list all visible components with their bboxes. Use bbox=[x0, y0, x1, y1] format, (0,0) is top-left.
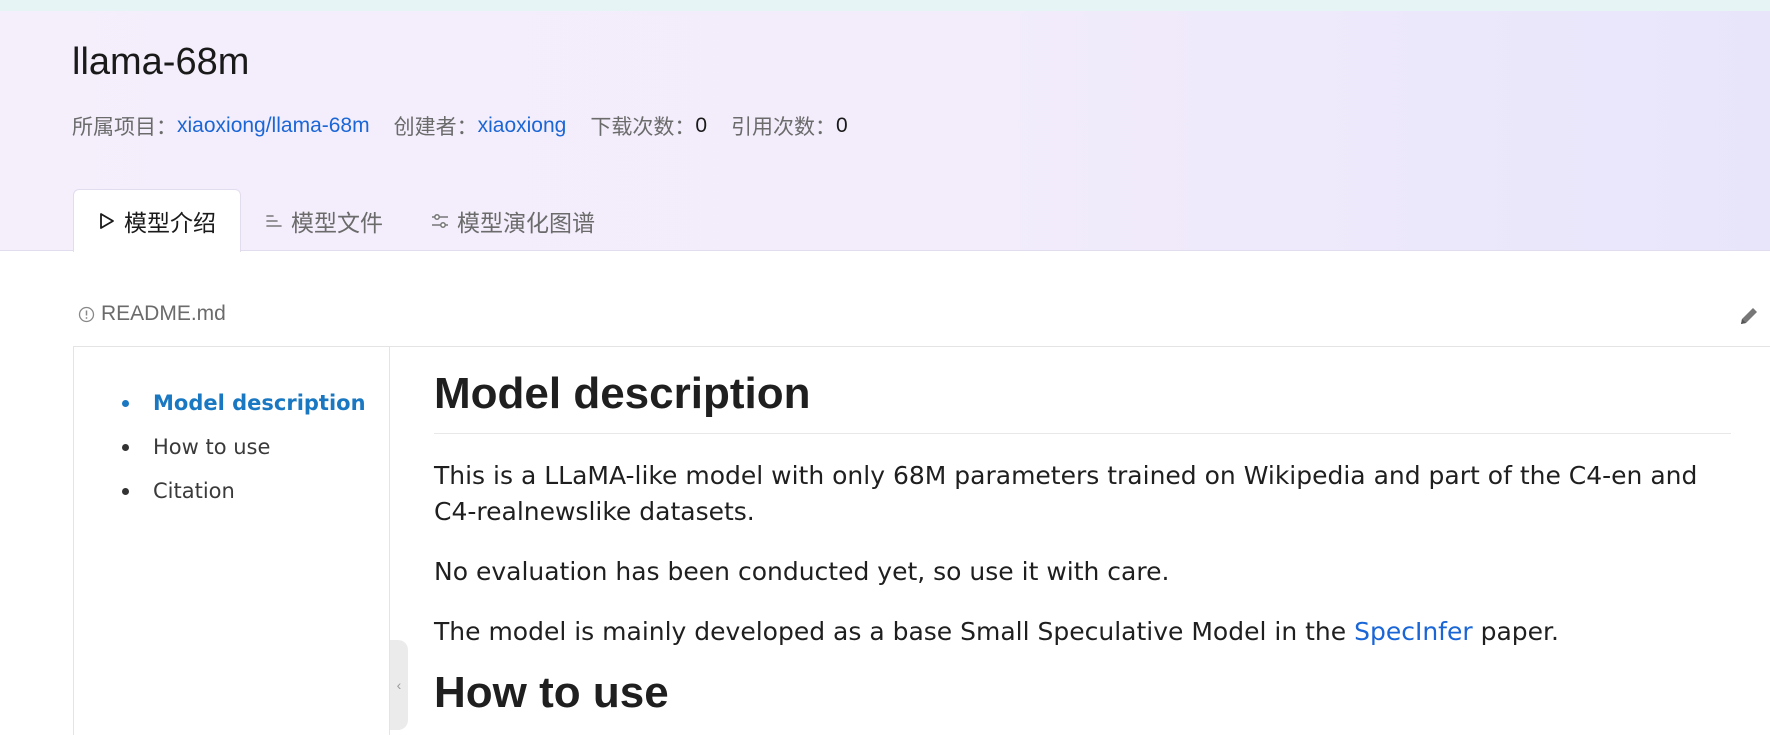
model-title: llama-68m bbox=[72, 41, 250, 83]
citations-label: 引用次数： bbox=[731, 116, 837, 139]
bullet-icon bbox=[122, 443, 129, 451]
readme-filename: README.md bbox=[101, 302, 226, 325]
bullet-icon bbox=[122, 487, 129, 495]
paragraph-text: The model is mainly developed as a base … bbox=[434, 617, 1355, 646]
pencil-icon[interactable] bbox=[1738, 305, 1760, 332]
model-meta: 所属项目： xiaoxiong/llama-68m 创建者： xiaoxiong… bbox=[72, 111, 848, 141]
citations-count: 0 bbox=[836, 114, 848, 137]
downloads-label: 下载次数： bbox=[590, 116, 696, 139]
bullet-icon bbox=[122, 399, 129, 407]
heading-how-to-use: How to use bbox=[434, 668, 669, 717]
toc-item-model-description[interactable]: Model description bbox=[122, 381, 366, 425]
tab-label: 模型演化图谱 bbox=[457, 209, 595, 236]
top-strip bbox=[0, 0, 1770, 11]
model-tabs: 模型介绍 模型文件 模型演化图谱 bbox=[73, 189, 619, 252]
tab-label: 模型介绍 bbox=[124, 210, 216, 236]
tab-model-files[interactable]: 模型文件 bbox=[241, 189, 407, 252]
readme-bar: README.md bbox=[78, 302, 226, 326]
readme-panel: Model description How to use Citation ‹ … bbox=[73, 346, 1770, 735]
sliders-icon bbox=[431, 212, 449, 230]
paragraph-text: paper. bbox=[1472, 617, 1559, 646]
list-lines-icon bbox=[265, 212, 283, 230]
paragraph-intro: This is a LLaMA-like model with only 68M… bbox=[434, 461, 1698, 526]
info-circle-icon bbox=[78, 306, 95, 323]
tab-model-intro[interactable]: 模型介绍 bbox=[73, 189, 241, 252]
toc-label: How to use bbox=[153, 435, 271, 459]
toc-label: Citation bbox=[153, 479, 235, 503]
toc-item-citation[interactable]: Citation bbox=[122, 469, 366, 513]
table-of-contents: Model description How to use Citation bbox=[74, 347, 390, 735]
toc-label: Model description bbox=[153, 391, 366, 415]
paragraph-evaluation: No evaluation has been conducted yet, so… bbox=[434, 557, 1170, 586]
toc-collapse-handle[interactable]: ‹ bbox=[390, 640, 408, 730]
project-label: 所属项目： bbox=[72, 116, 177, 139]
readme-content: Model description This is a LLaMA-like m… bbox=[434, 347, 1734, 718]
creator-label: 创建者： bbox=[393, 116, 478, 139]
paragraph-specinfer: The model is mainly developed as a base … bbox=[434, 614, 1734, 650]
model-header: llama-68m 所属项目： xiaoxiong/llama-68m 创建者：… bbox=[0, 11, 1770, 252]
heading-model-description: Model description bbox=[434, 369, 1731, 434]
project-link[interactable]: xiaoxiong/llama-68m bbox=[177, 114, 370, 138]
chevron-left-icon: ‹ bbox=[396, 677, 402, 693]
downloads-count: 0 bbox=[695, 114, 708, 137]
tab-model-evolution[interactable]: 模型演化图谱 bbox=[407, 189, 619, 252]
toc-item-how-to-use[interactable]: How to use bbox=[122, 425, 366, 469]
specinfer-link[interactable]: SpecInfer bbox=[1354, 617, 1473, 646]
play-outline-icon bbox=[98, 212, 116, 230]
tab-label: 模型文件 bbox=[291, 209, 383, 236]
creator-link[interactable]: xiaoxiong bbox=[478, 114, 567, 138]
